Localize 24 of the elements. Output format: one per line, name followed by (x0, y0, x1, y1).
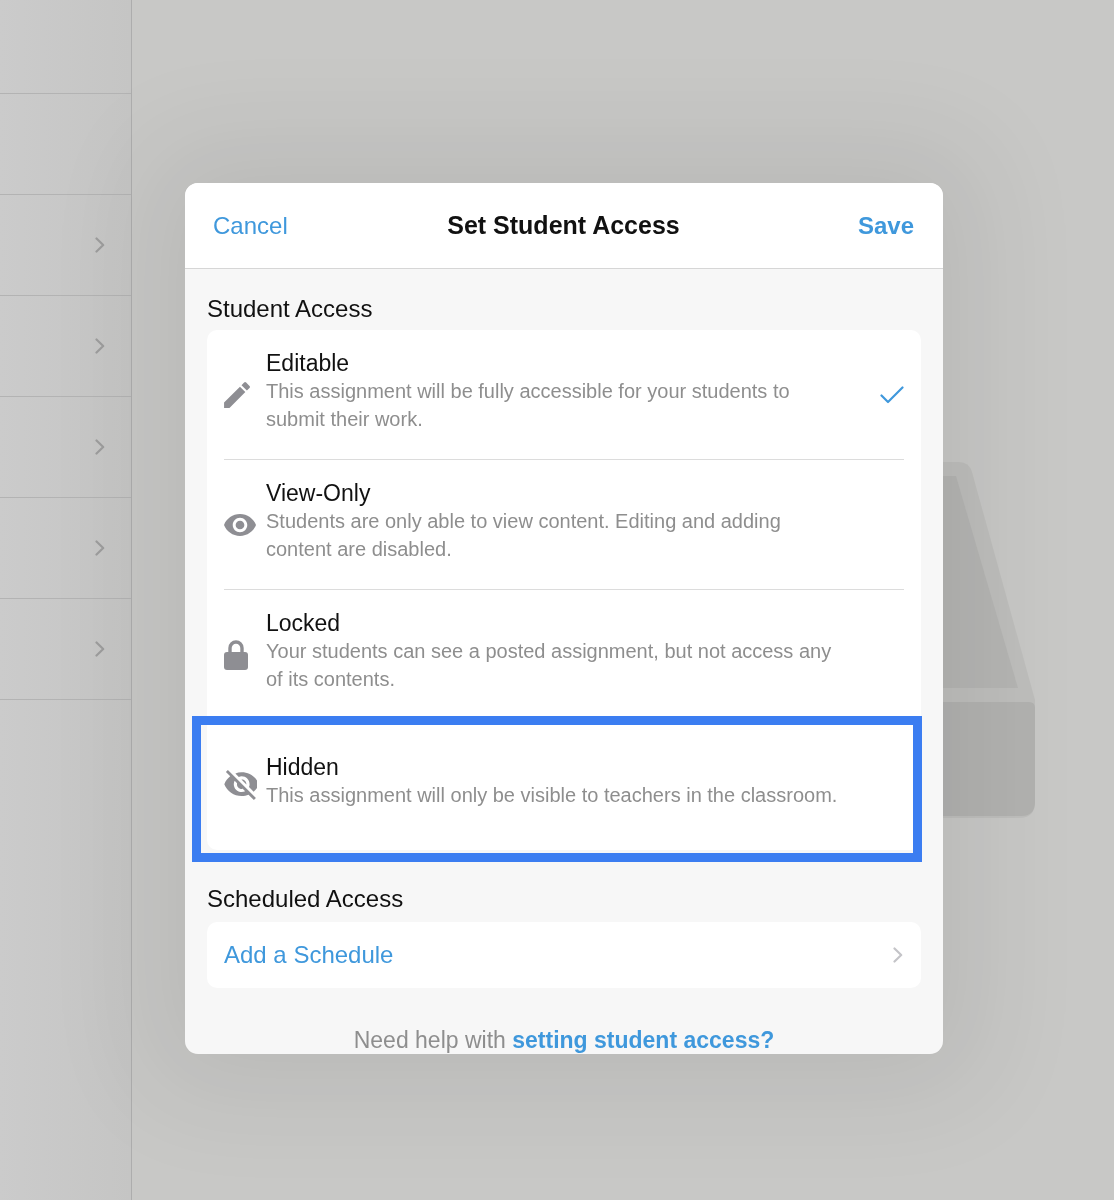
help-text: Need help with setting student access? (352, 1028, 776, 1052)
option-description: This assignment will be fully accessible for your students to submit their work. (266, 378, 791, 432)
chevron-icon (95, 237, 105, 253)
section-heading: Scheduled Access (207, 884, 405, 912)
chevron-icon (95, 540, 105, 556)
eye-icon (224, 513, 256, 536)
option-title: View-Only (266, 478, 372, 507)
option-description: Your students can see a posted assignment, but not access any of its contents. (266, 638, 833, 692)
option-title: Locked (266, 608, 342, 637)
option-title: Editable (266, 348, 351, 377)
option-title: Hidden (266, 753, 340, 781)
section-heading: Student Access (207, 294, 374, 322)
chevron-icon (893, 947, 903, 963)
chevron-icon (95, 439, 105, 455)
chevron-icon (95, 641, 105, 657)
access-option[interactable]: Editable This assignment will be fully accessible for your students to submit their work. (207, 330, 921, 460)
chevron-icon (95, 338, 105, 354)
option-description: Students are only able to view content. Editing and adding content are disabled. (266, 508, 782, 562)
eye-slash-icon (224, 770, 257, 800)
lock-icon (224, 639, 248, 670)
dialog-title: Set Student Access (447, 211, 680, 240)
access-option[interactable]: View-Only Students are only able to view content. Editing and adding content are disabled. (207, 460, 921, 590)
pencil-icon (224, 381, 250, 408)
option-description: This assignment will only be visible to teachers in the classroom. (266, 783, 838, 808)
